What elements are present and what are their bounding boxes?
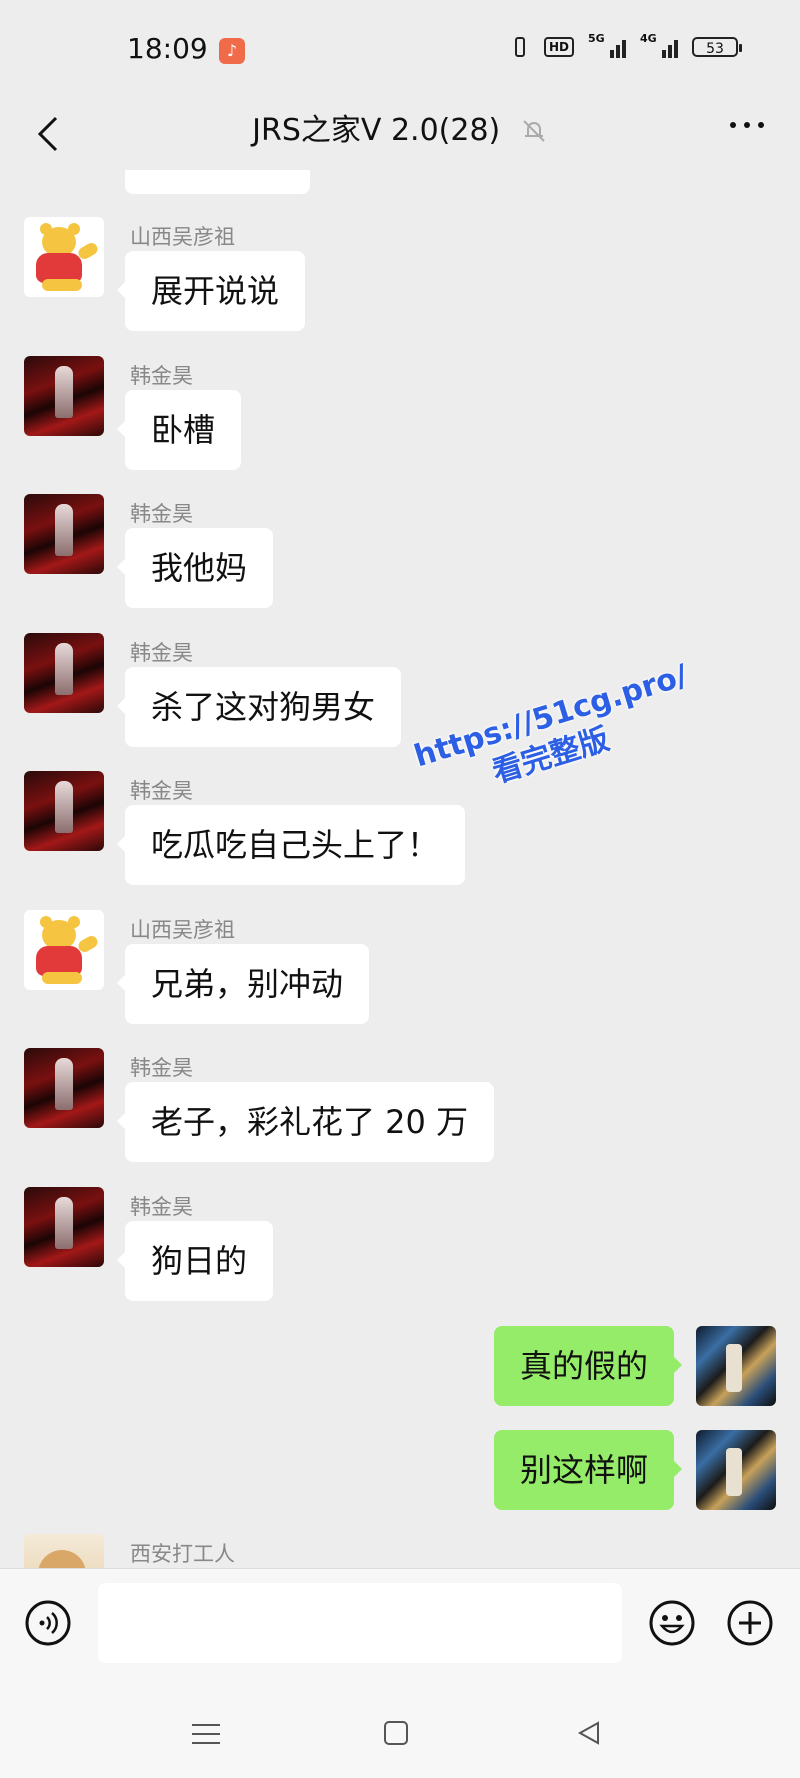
sender-name: 韩金昊 — [130, 364, 193, 388]
message-bubble[interactable]: 老子，彩礼花了 20 万 — [116, 1082, 495, 1162]
voice-input-icon[interactable] — [24, 1599, 72, 1647]
sender-name: 韩金昊 — [130, 641, 193, 665]
avatar[interactable] — [24, 217, 104, 297]
watermark: https://51cg.pro/ 看完整版 — [410, 652, 729, 845]
signal-5g-icon: 5G — [588, 32, 626, 58]
message-bubble[interactable]: 展开说说 — [116, 251, 306, 331]
input-bar — [0, 1568, 800, 1689]
self-message-bubble[interactable]: 真的假的 — [493, 1326, 683, 1406]
avatar[interactable] — [24, 356, 104, 436]
plus-icon[interactable] — [726, 1599, 774, 1647]
recent-apps-icon[interactable] — [192, 1724, 220, 1744]
message-bubble[interactable]: 兄弟，别冲动 — [116, 944, 370, 1024]
sender-name: 山西吴彦祖 — [130, 918, 235, 942]
system-nav-bar — [0, 1688, 800, 1778]
message-input[interactable] — [98, 1583, 622, 1663]
avatar[interactable] — [24, 1048, 104, 1128]
message-bubble[interactable]: 我他妈 — [116, 528, 274, 608]
system-back-icon[interactable] — [576, 1720, 602, 1746]
sender-name: 韩金昊 — [130, 1056, 193, 1080]
avatar[interactable] — [24, 1187, 104, 1267]
mute-bell-icon — [523, 119, 545, 142]
message-bubble[interactable]: 卧槽 — [116, 390, 242, 470]
self-avatar[interactable] — [696, 1430, 776, 1510]
status-time: 18:09 — [127, 32, 208, 65]
signal-4g-icon: 4G — [640, 32, 678, 58]
sender-name: 韩金昊 — [130, 502, 193, 526]
hd-voice-icon: HD — [543, 37, 574, 57]
avatar[interactable] — [24, 633, 104, 713]
status-bar: 18:09 ♪ HD 5G 4G 53 — [0, 0, 800, 100]
self-message-bubble[interactable]: 别这样啊 — [493, 1430, 683, 1510]
avatar[interactable] — [24, 771, 104, 851]
message-bubble[interactable]: 杀了这对狗男女 — [116, 667, 402, 747]
music-notification-icon: ♪ — [219, 38, 245, 64]
message-bubble[interactable]: 吃瓜吃自己头上了！ — [116, 805, 466, 885]
home-icon[interactable] — [384, 1721, 408, 1745]
emoji-icon[interactable] — [648, 1599, 696, 1647]
more-options-icon[interactable] — [730, 122, 764, 128]
sender-name: 韩金昊 — [130, 1195, 193, 1219]
avatar[interactable] — [24, 910, 104, 990]
sender-name: 山西吴彦祖 — [130, 225, 235, 249]
sender-name: 韩金昊 — [130, 779, 193, 803]
chat-title-wrap: JRS之家V 2.0(28) — [0, 110, 800, 151]
partial-message-bubble — [125, 170, 310, 194]
chat-title: JRS之家V 2.0(28) — [252, 112, 501, 148]
chat-header: JRS之家V 2.0(28) — [0, 100, 800, 178]
self-avatar[interactable] — [696, 1326, 776, 1406]
sender-name: 西安打工人 — [130, 1542, 235, 1566]
vibrate-icon — [510, 36, 530, 58]
avatar[interactable] — [24, 494, 104, 574]
message-bubble[interactable]: 狗日的 — [116, 1221, 274, 1301]
status-indicators: HD 5G 4G 53 — [510, 32, 742, 58]
battery-icon: 53 — [692, 37, 742, 57]
